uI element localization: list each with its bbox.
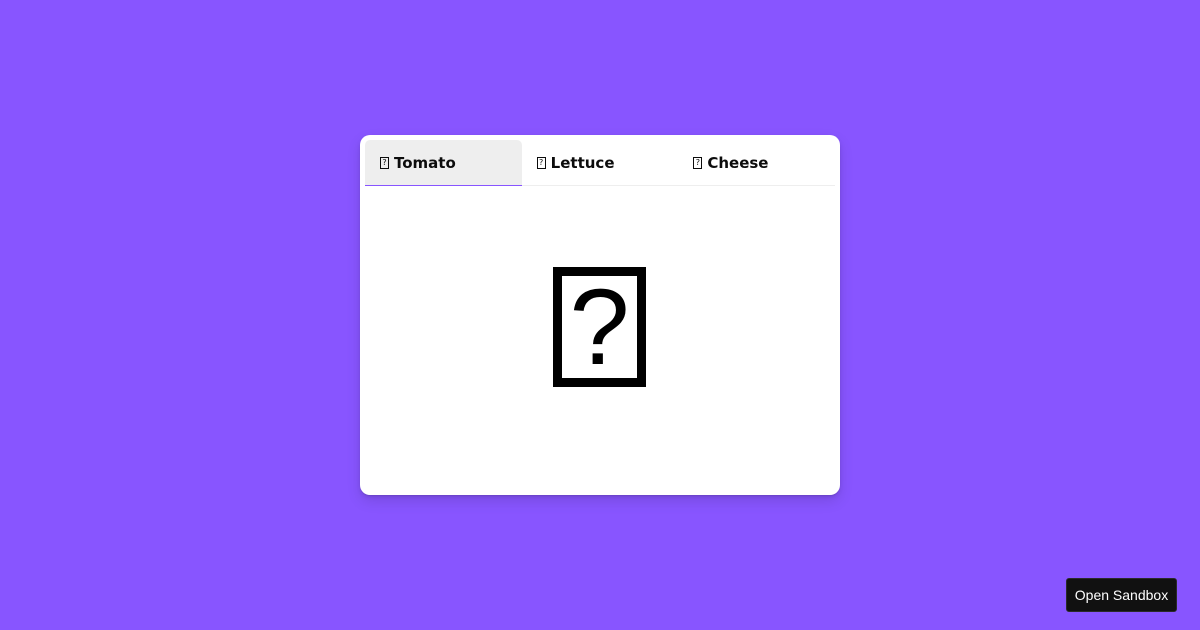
tab-label: Tomato (394, 153, 456, 172)
open-sandbox-button[interactable]: Open Sandbox (1066, 578, 1177, 612)
missing-glyph-icon (536, 156, 546, 169)
tab-content: ? (360, 186, 840, 495)
missing-glyph-icon (380, 156, 389, 169)
missing-glyph-icon (693, 156, 703, 169)
tab-tomato[interactable]: Tomato (365, 140, 522, 186)
tab-label: Cheese (707, 153, 769, 172)
tab-bar: Tomato Lettuce Cheese (365, 140, 835, 186)
missing-glyph-icon: ? (553, 266, 646, 387)
tabs-window: Tomato Lettuce Cheese ? (360, 135, 840, 495)
tab-cheese[interactable]: Cheese (678, 140, 835, 185)
tab-lettuce[interactable]: Lettuce (522, 140, 679, 185)
tab-label: Lettuce (550, 153, 615, 172)
